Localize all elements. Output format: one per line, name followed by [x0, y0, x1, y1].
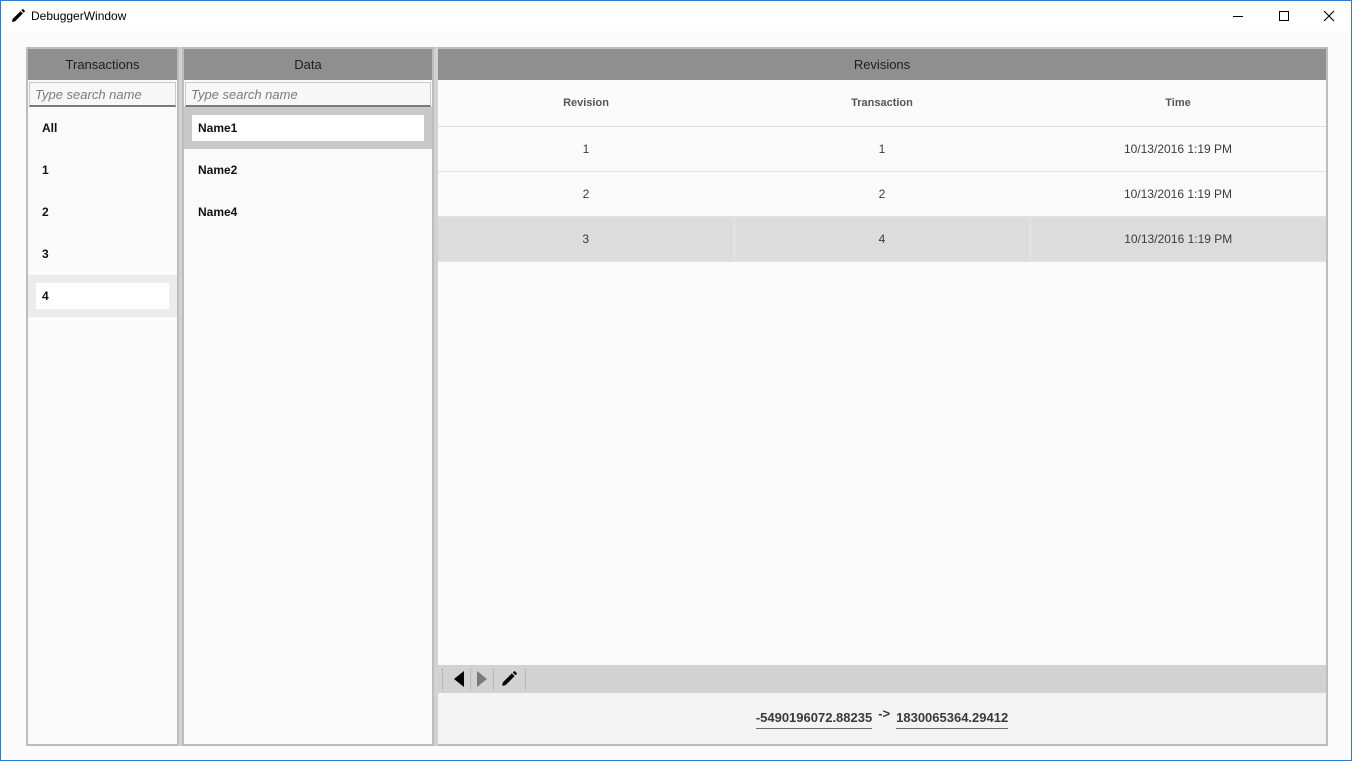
cell-revision: 3: [438, 216, 735, 262]
data-list: Name1 Name2 Name4: [184, 107, 432, 233]
transaction-label: 3: [42, 247, 49, 261]
cell-time: 10/13/2016 1:19 PM: [1030, 126, 1326, 172]
transaction-list-item[interactable]: 1: [28, 149, 177, 191]
close-icon: [1323, 10, 1335, 22]
previous-button[interactable]: [451, 668, 466, 690]
triangle-right-icon: [476, 671, 487, 687]
next-button[interactable]: [474, 668, 489, 690]
value-change-bar: -5490196072.88235 -> 1830065364.29412: [438, 693, 1326, 744]
revisions-table: Revision Transaction Time 1 1 10/13/2016 1…: [438, 80, 1326, 262]
transaction-label: 2: [42, 205, 49, 219]
transaction-label: 1: [42, 163, 49, 177]
transaction-list-item[interactable]: 2: [28, 191, 177, 233]
transaction-list-item[interactable]: 4: [28, 275, 177, 317]
column-header-time[interactable]: Time: [1030, 80, 1326, 127]
toolbar-separator: [470, 668, 471, 690]
table-row[interactable]: 3 4 10/13/2016 1:19 PM: [438, 216, 1326, 262]
transaction-list-item[interactable]: All: [28, 107, 177, 149]
pencil-icon: [12, 9, 25, 22]
data-list-item[interactable]: Name2: [184, 149, 432, 191]
transactions-search-input[interactable]: [29, 82, 176, 107]
data-label: Name2: [198, 163, 238, 177]
table-row[interactable]: 2 2 10/13/2016 1:19 PM: [438, 171, 1326, 217]
data-search-input[interactable]: [185, 82, 431, 107]
revision-toolbar: [438, 665, 1326, 693]
maximize-icon: [1279, 11, 1289, 21]
triangle-left-icon: [453, 671, 464, 687]
cell-transaction: 4: [734, 216, 1031, 262]
old-value: -5490196072.88235: [755, 708, 873, 729]
pencil-icon: [502, 671, 517, 686]
toolbar-grip[interactable]: [442, 669, 445, 689]
data-list-item[interactable]: Name4: [184, 191, 432, 233]
title-bar[interactable]: DebuggerWindow: [1, 1, 1351, 31]
data-header: Data: [184, 49, 432, 80]
minimize-icon: [1233, 16, 1243, 17]
data-list-item[interactable]: Name1: [184, 107, 432, 149]
main-content: Transactions All1234 Data Name1Name2Name…: [26, 47, 1328, 746]
toolbar-separator: [493, 668, 494, 690]
edit-button[interactable]: [497, 668, 521, 690]
data-label: Name4: [198, 205, 238, 219]
cell-time: 10/13/2016 1:19 PM: [1030, 171, 1326, 217]
toolbar-separator: [525, 668, 526, 690]
change-arrow: ->: [878, 706, 891, 721]
table-row[interactable]: 1 1 10/13/2016 1:19 PM: [438, 126, 1326, 172]
close-button[interactable]: [1306, 1, 1352, 31]
revisions-panel: Revisions Revision Transaction Time 1 1 10…: [436, 47, 1328, 746]
transactions-list: All 1 2 3 4: [28, 107, 177, 317]
minimize-button[interactable]: [1215, 1, 1261, 31]
transaction-list-item[interactable]: 3: [28, 233, 177, 275]
table-header-row: Revision Transaction Time: [438, 80, 1326, 127]
cell-transaction: 2: [734, 171, 1030, 217]
column-header-revision[interactable]: Revision: [438, 80, 734, 127]
transaction-label: All: [42, 121, 58, 135]
revisions-header: Revisions: [438, 49, 1326, 80]
window-title: DebuggerWindow: [31, 9, 127, 23]
cell-transaction: 1: [734, 126, 1030, 172]
maximize-button[interactable]: [1261, 1, 1307, 31]
cell-revision: 2: [438, 171, 734, 217]
column-header-transaction[interactable]: Transaction: [734, 80, 1030, 127]
data-label: Name1: [192, 115, 424, 141]
new-value: 1830065364.29412: [896, 708, 1009, 729]
cell-time: 10/13/2016 1:19 PM: [1030, 216, 1326, 262]
transaction-label: 4: [36, 283, 169, 309]
transactions-header: Transactions: [28, 49, 177, 80]
transactions-panel: Transactions All 1 2 3 4: [26, 47, 179, 746]
cell-revision: 1: [438, 126, 734, 172]
debugger-window: DebuggerWindow Transactions All1234 Data…: [0, 0, 1352, 761]
data-panel: Data Name1 Name2 Name4: [182, 47, 434, 746]
